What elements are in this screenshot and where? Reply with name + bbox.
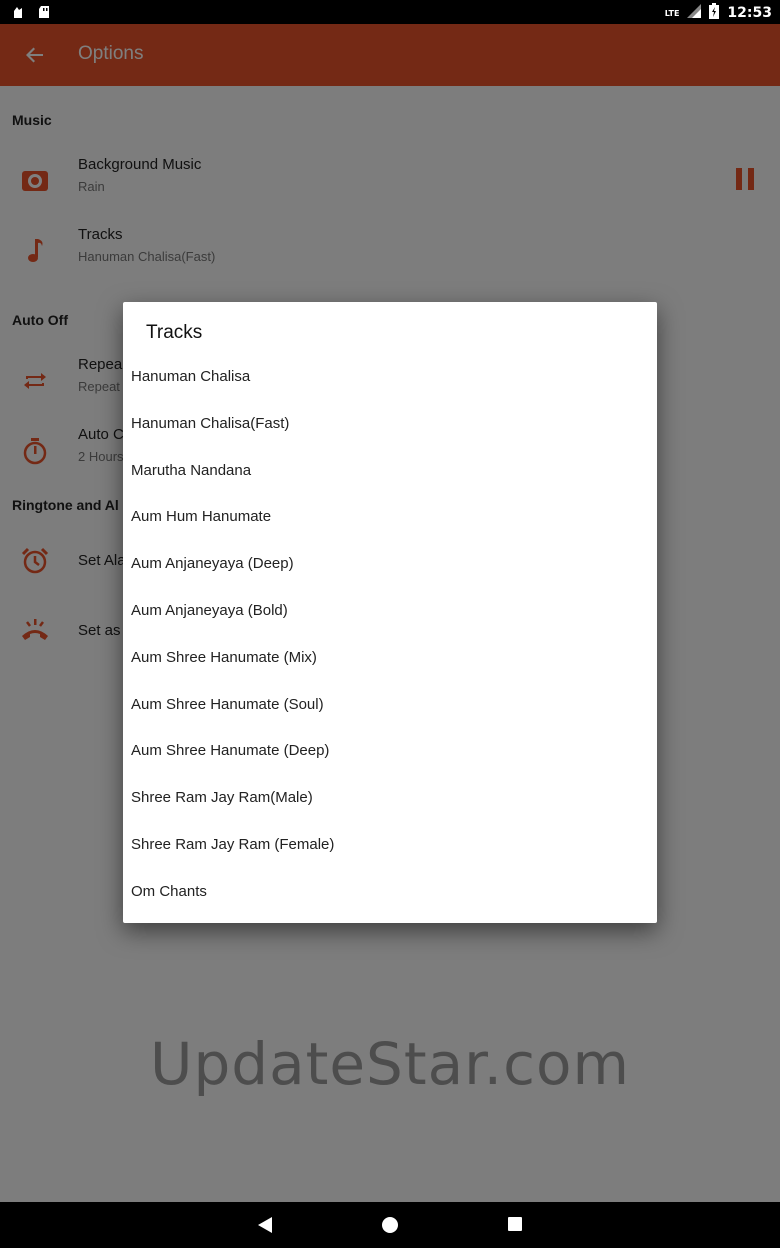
track-item[interactable]: Shree Ram Jay Ram(Male) <box>123 775 657 822</box>
track-item[interactable]: Marutha Nandana <box>123 448 657 495</box>
dialog-title: Tracks <box>146 322 203 343</box>
track-item[interactable]: Aum Hum Hanumate <box>123 494 657 541</box>
status-bar: LTE 12:53 <box>0 0 780 24</box>
recents-nav-icon[interactable] <box>507 1216 523 1236</box>
sd-card-icon <box>38 4 50 23</box>
notification-icon <box>12 4 24 23</box>
navigation-bar <box>0 1202 780 1248</box>
home-nav-icon[interactable] <box>381 1216 399 1238</box>
track-item[interactable]: Aum Shree Hanumate (Mix) <box>123 635 657 682</box>
track-item[interactable]: Om Chants <box>123 869 657 916</box>
clock: 12:53 <box>727 5 772 21</box>
track-item[interactable]: Aum Anjaneyaya (Bold) <box>123 588 657 635</box>
track-item[interactable]: Hanuman Chalisa(Fast) <box>123 401 657 448</box>
battery-charging-icon <box>709 3 720 23</box>
track-item[interactable]: Aum Anjaneyaya (Deep) <box>123 541 657 588</box>
back-nav-icon[interactable] <box>257 1216 273 1238</box>
track-item[interactable]: Hanuman Chalisa <box>123 354 657 401</box>
network-type: LTE <box>664 8 680 18</box>
track-item[interactable]: Shree Ram Jay Ram (Female) <box>123 822 657 869</box>
tracks-list: Hanuman Chalisa Hanuman Chalisa(Fast) Ma… <box>123 354 657 916</box>
track-item[interactable]: Aum Shree Hanumate (Deep) <box>123 728 657 775</box>
track-item[interactable]: Aum Shree Hanumate (Soul) <box>123 682 657 729</box>
tracks-dialog: Tracks Hanuman Chalisa Hanuman Chalisa(F… <box>123 302 657 923</box>
signal-icon <box>687 4 702 22</box>
